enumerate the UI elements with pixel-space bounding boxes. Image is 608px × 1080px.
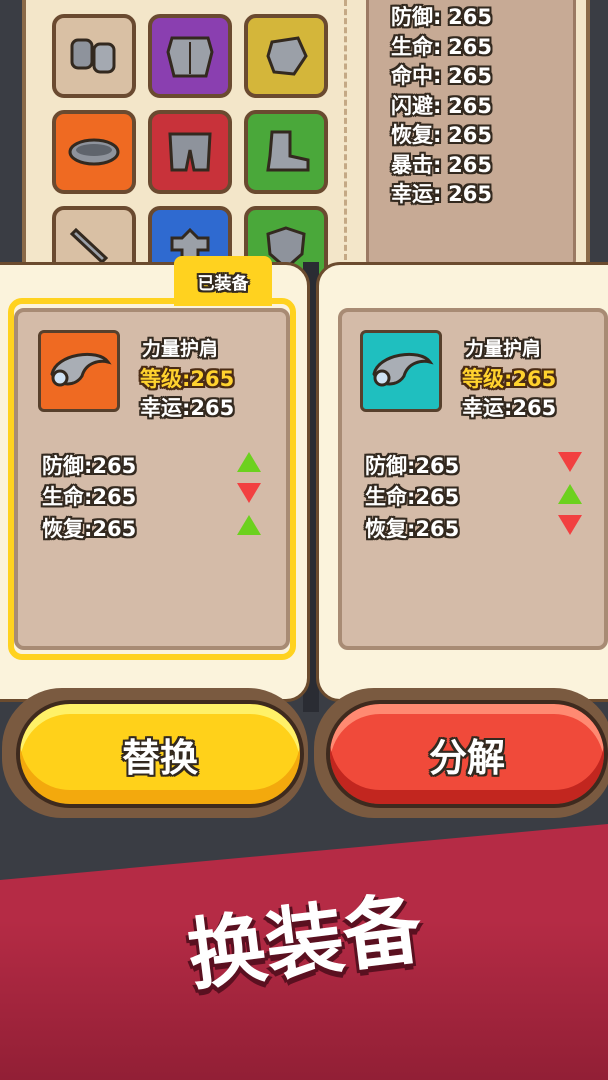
stat-row: 闪避: 265 [391, 93, 492, 118]
equipped-item-level: 等级:265 [140, 367, 235, 391]
stat-up-arrow-icon [237, 452, 261, 472]
replace-button-label: 替换 [121, 735, 198, 780]
shoulder-pad-icon [50, 352, 112, 387]
stat-row: 暴击: 265 [391, 152, 492, 177]
stat-up-arrow-icon [237, 515, 261, 535]
salvage-button[interactable]: 分解 [326, 700, 608, 808]
chest-armor-icon [166, 36, 214, 78]
stat-down-arrow-icon [558, 452, 582, 472]
equipped-item-icon-frame[interactable] [38, 330, 120, 412]
glove-icon [266, 36, 308, 76]
new-item-icon-frame[interactable] [360, 330, 442, 412]
stat-up-arrow-icon [558, 484, 582, 504]
character-stats-panel: 防御: 265 生命: 265 命中: 265 闪避: 265 恢复: 265 … [366, 0, 576, 270]
equipped-item-name: 力量护肩 [142, 338, 219, 360]
equipped-item-luck: 幸运:265 [140, 396, 235, 420]
belt-icon [68, 138, 120, 166]
new-item-luck: 幸运:265 [462, 396, 557, 420]
stat-row: 防御: 265 [391, 5, 492, 29]
equipped-stat-hp: 生命:265 [42, 485, 137, 509]
inventory-slot-gauntlets[interactable] [52, 14, 136, 98]
inventory-slot-chest[interactable] [148, 14, 232, 98]
stat-row: 生命: 265 [391, 34, 492, 59]
inventory-slot-belt[interactable] [52, 110, 136, 194]
stat-down-arrow-icon [237, 483, 261, 503]
boots-icon [266, 130, 310, 172]
stat-row: 幸运: 265 [391, 182, 492, 206]
equipped-stat-recovery: 恢复:265 [42, 517, 137, 541]
equipped-tag: 已装备 [174, 256, 272, 306]
new-stat-defense: 防御:265 [365, 454, 460, 478]
new-stat-hp: 生命:265 [365, 485, 460, 509]
equipped-tag-label: 已装备 [197, 273, 249, 294]
inventory-slot-boots[interactable] [244, 110, 328, 194]
new-stat-recovery: 恢复:265 [365, 517, 460, 541]
pants-icon [168, 132, 212, 172]
stat-row: 命中: 265 [391, 64, 492, 88]
salvage-button-label: 分解 [428, 735, 505, 780]
replace-button[interactable]: 替换 [16, 700, 304, 808]
inventory-slot-glove[interactable] [244, 14, 328, 98]
inventory-divider [344, 0, 347, 260]
inventory-slot-pants[interactable] [148, 110, 232, 194]
new-item-level: 等级:265 [462, 367, 557, 391]
gauntlets-icon [70, 38, 116, 74]
shoulder-pad-icon [372, 352, 434, 387]
stat-down-arrow-icon [558, 515, 582, 535]
new-item-name: 力量护肩 [465, 338, 542, 360]
equipped-stat-defense: 防御:265 [42, 454, 137, 478]
stat-row: 恢复: 265 [391, 123, 492, 147]
